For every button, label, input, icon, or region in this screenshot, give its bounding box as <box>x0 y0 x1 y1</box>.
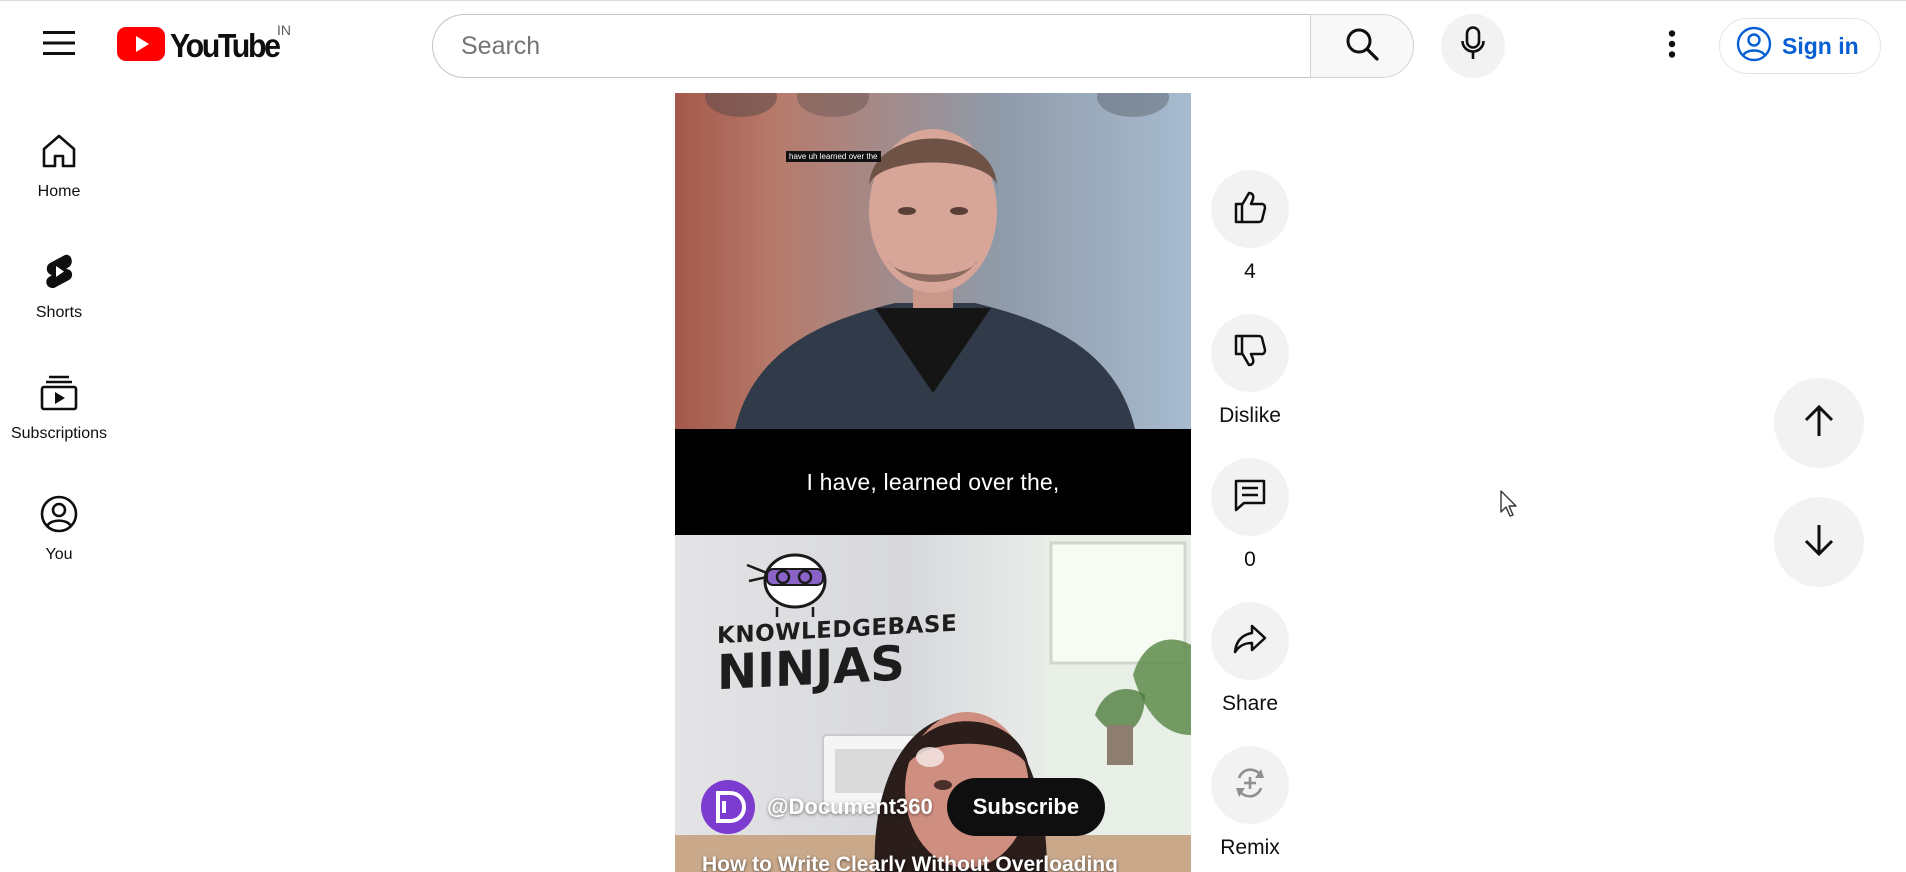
more-vert-icon <box>1668 29 1676 63</box>
share-action: Share <box>1211 602 1289 716</box>
masthead: YouTube IN Search Sign in <box>0 0 1906 92</box>
shorts-icon <box>43 252 75 292</box>
burned-in-caption: have uh learned over the <box>786 151 881 162</box>
search-icon <box>1344 26 1380 67</box>
sidebar-item-label: You <box>45 546 73 563</box>
you-icon <box>40 494 78 534</box>
home-icon <box>40 131 78 171</box>
share-label: Share <box>1221 692 1279 715</box>
like-button[interactable] <box>1211 170 1289 248</box>
next-short-button[interactable] <box>1774 497 1864 587</box>
sign-in-label: Sign in <box>1782 32 1859 59</box>
guide-menu-button[interactable] <box>36 22 82 68</box>
brand-overlay: KNOWLEDGEBASE NINJAS <box>717 611 957 702</box>
comment-count: 0 <box>1244 548 1256 571</box>
channel-avatar[interactable] <box>701 780 755 834</box>
youtube-logo[interactable]: YouTube <box>117 26 288 66</box>
youtube-play-logo <box>117 26 165 66</box>
subscribe-button[interactable]: Subscribe <box>946 778 1106 836</box>
dislike-button[interactable] <box>1211 314 1289 392</box>
shorts-video-player[interactable]: have uh learned over the I have, learned… <box>675 93 1191 872</box>
channel-name-link[interactable]: @Document360 <box>767 794 933 820</box>
mouse-pointer-icon <box>1500 490 1520 523</box>
caption-text: I have, learned over the, <box>806 468 1060 495</box>
voice-search-button[interactable] <box>1441 14 1505 78</box>
speaker-video-frame: have uh learned over the <box>675 93 1191 429</box>
sign-in-button[interactable]: Sign in <box>1719 18 1881 74</box>
account-circle-icon <box>1736 26 1772 67</box>
comments-action: 0 <box>1211 458 1289 572</box>
share-button[interactable] <box>1211 602 1289 680</box>
search-button[interactable] <box>1310 14 1414 78</box>
country-code: IN <box>277 22 291 38</box>
microphone-icon <box>1460 25 1486 67</box>
settings-more-button[interactable] <box>1648 22 1696 70</box>
dislike-label: Dislike <box>1219 404 1281 427</box>
share-icon <box>1232 621 1268 662</box>
comment-icon <box>1232 477 1268 518</box>
sidebar-item-label: Shorts <box>35 304 83 321</box>
youtube-wordmark: YouTube <box>170 27 281 64</box>
short-title[interactable]: How to Write Clearly Without Overloading <box>702 853 1118 872</box>
search-box <box>432 14 1310 78</box>
remix-label: Remix <box>1220 836 1280 859</box>
caption-band: I have, learned over the, <box>675 429 1191 535</box>
remix-action: Remix <box>1211 746 1289 860</box>
like-count: 4 <box>1244 260 1256 283</box>
subscriptions-icon <box>40 373 78 413</box>
arrow-down-icon <box>1802 523 1836 562</box>
remix-icon <box>1231 764 1269 807</box>
thumbs-up-icon <box>1232 189 1268 230</box>
sidebar-item-label: Subscriptions <box>10 425 108 442</box>
channel-bar: @Document360 Subscribe <box>701 778 1106 836</box>
thumbs-down-icon <box>1232 333 1268 374</box>
dislike-action: Dislike <box>1211 314 1289 428</box>
hamburger-menu-icon <box>43 30 75 61</box>
sidebar-item-subscriptions[interactable]: Subscriptions <box>0 363 118 463</box>
sidebar-item-shorts[interactable]: Shorts <box>0 242 118 342</box>
comments-button[interactable] <box>1211 458 1289 536</box>
previous-short-button[interactable] <box>1774 378 1864 468</box>
like-action: 4 <box>1211 170 1289 284</box>
sidebar-item-home[interactable]: Home <box>0 121 118 221</box>
remix-button[interactable] <box>1211 746 1289 824</box>
arrow-up-icon <box>1802 404 1836 443</box>
sidebar-item-label: Home <box>37 183 81 200</box>
sidebar-item-you[interactable]: You <box>0 484 118 584</box>
search-input[interactable] <box>459 30 1310 62</box>
